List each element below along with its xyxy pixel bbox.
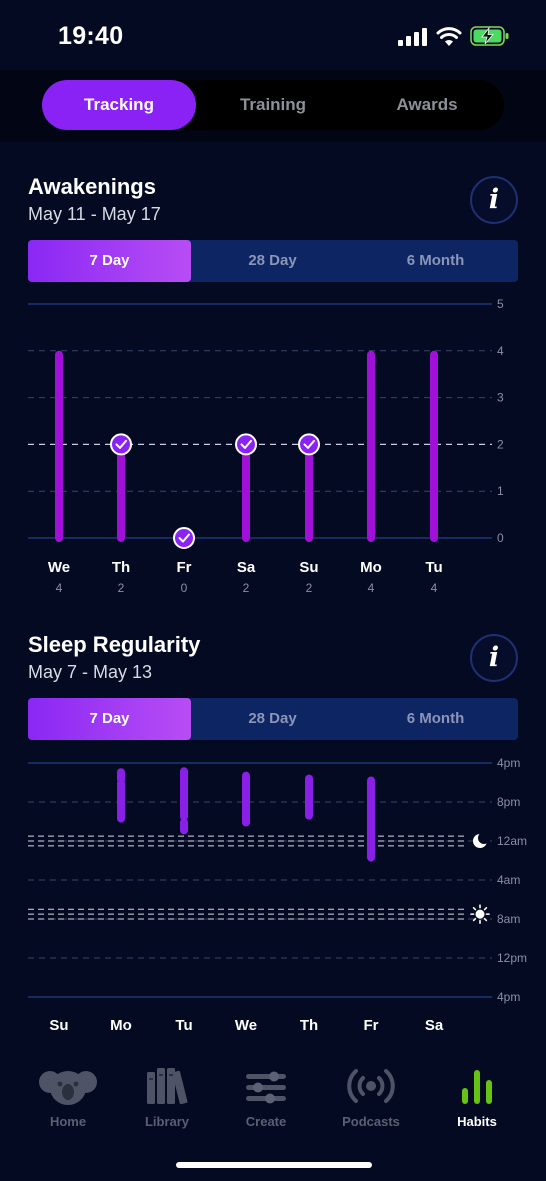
info-icon: i <box>488 642 500 673</box>
status-time: 19:40 <box>58 22 124 50</box>
nav-create-label: Create <box>245 1114 287 1129</box>
koala-icon <box>39 1071 97 1105</box>
home-indicator[interactable] <box>176 1162 372 1168</box>
range-7-day[interactable]: 7 Day <box>28 240 191 282</box>
value-label: 0 <box>181 581 188 595</box>
tab-tracking[interactable]: Tracking <box>42 80 196 130</box>
y-tick-label: 12am <box>497 834 527 848</box>
range-6-month[interactable]: 6 Month <box>354 698 517 740</box>
books-icon <box>147 1068 188 1105</box>
y-tick-label: 4 <box>497 344 504 358</box>
awakenings-range-selector: 7 Day 28 Day 6 Month <box>28 240 518 282</box>
y-tick-label: 4pm <box>497 756 520 770</box>
awakenings-info-button[interactable]: i <box>470 176 518 224</box>
day-label: Sa <box>237 559 256 576</box>
regularity-info-button[interactable]: i <box>470 634 518 682</box>
y-tick-label: 3 <box>497 391 504 405</box>
nav-library[interactable]: Library <box>117 1062 217 1129</box>
goal-check-icon <box>173 527 195 549</box>
moon-icon <box>473 832 490 848</box>
nav-home[interactable]: Home <box>18 1062 118 1129</box>
range-28-day[interactable]: 28 Day <box>191 698 354 740</box>
bar-chart-icon <box>462 1070 492 1104</box>
nav-create[interactable]: Create <box>216 1062 316 1129</box>
day-label: We <box>235 1017 257 1034</box>
day-label: Su <box>49 1017 68 1034</box>
day-label: Th <box>112 559 130 576</box>
awakenings-title: Awakenings <box>28 174 156 199</box>
awakenings-chart: 0 1 2 3 4 5 We 4 Th 2 Fr 0 Sa 2 Su 2 Mo 4 Tu 4 <box>28 297 504 595</box>
nav-podcasts-label: Podcasts <box>342 1114 400 1129</box>
y-tick-label: 4am <box>497 873 520 887</box>
podcast-icon <box>347 1069 395 1103</box>
day-label: Tu <box>425 559 442 576</box>
wifi-icon <box>436 27 462 46</box>
value-label: 4 <box>368 581 375 595</box>
value-label: 2 <box>243 581 250 595</box>
nav-podcasts[interactable]: Podcasts <box>321 1062 421 1129</box>
day-label: We <box>48 559 70 576</box>
top-tab-bar: Tracking Training Awards <box>0 70 546 142</box>
range-6-month[interactable]: 6 Month <box>354 240 517 282</box>
y-tick-label: 5 <box>497 297 504 311</box>
nav-home-label: Home <box>49 1114 87 1129</box>
day-label: Su <box>299 559 318 576</box>
range-28-day[interactable]: 28 Day <box>191 240 354 282</box>
nav-habits-label: Habits <box>457 1114 497 1129</box>
sliders-icon <box>246 1071 286 1104</box>
info-icon: i <box>488 184 500 215</box>
day-label: Mo <box>110 1017 132 1034</box>
y-tick-label: 8pm <box>497 795 520 809</box>
regularity-title: Sleep Regularity <box>28 632 201 657</box>
sleep-regularity-chart: 4pm 8pm 12am 4am 8am 12pm 4pm Su Mo Tu We Th Fr Sa <box>28 756 527 1034</box>
y-tick-label: 4pm <box>497 990 520 1004</box>
nav-habits[interactable]: Habits <box>427 1062 527 1129</box>
y-tick-label: 2 <box>497 437 504 451</box>
y-tick-label: 0 <box>497 531 504 545</box>
top-segmented-control: Tracking Training Awards <box>42 80 504 130</box>
y-tick-label: 1 <box>497 484 504 498</box>
battery-charging-icon <box>470 26 509 46</box>
status-bar: 19:40 <box>0 0 546 70</box>
cellular-signal-icon <box>398 28 427 46</box>
goal-check-icon <box>298 433 320 456</box>
awakenings-date-range: May 11 - May 17 <box>28 204 161 224</box>
nav-library-label: Library <box>144 1114 190 1129</box>
regularity-range-selector: 7 Day 28 Day 6 Month <box>28 698 518 740</box>
day-label: Mo <box>360 559 382 576</box>
regularity-date-range: May 7 - May 13 <box>28 662 153 682</box>
goal-check-icon <box>110 433 132 456</box>
day-label: Th <box>300 1017 318 1034</box>
day-label: Fr <box>364 1017 379 1034</box>
tab-training[interactable]: Training <box>196 80 350 130</box>
tab-awards[interactable]: Awards <box>350 80 504 130</box>
day-label: Fr <box>177 559 192 576</box>
day-label: Sa <box>425 1017 444 1034</box>
y-tick-label: 8am <box>497 912 520 926</box>
value-label: 2 <box>118 581 125 595</box>
goal-check-icon <box>235 433 257 456</box>
range-7-day[interactable]: 7 Day <box>28 698 191 740</box>
day-label: Tu <box>175 1017 192 1034</box>
sun-icon <box>470 904 490 924</box>
value-label: 4 <box>431 581 438 595</box>
value-label: 2 <box>306 581 313 595</box>
value-label: 4 <box>56 581 63 595</box>
y-tick-label: 12pm <box>497 951 527 965</box>
